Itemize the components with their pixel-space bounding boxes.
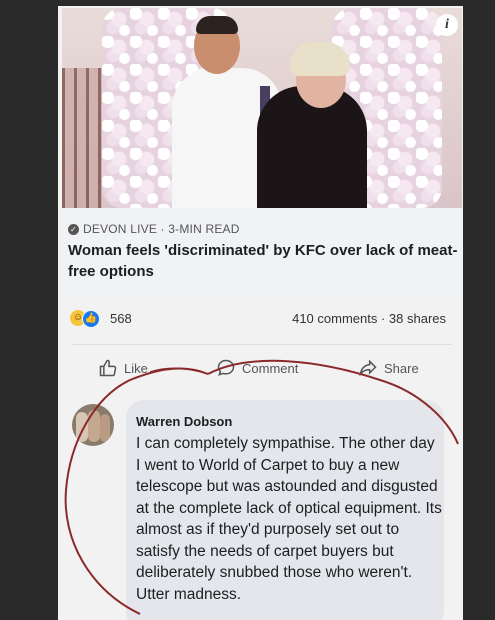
share-label: Share: [384, 360, 419, 376]
avatar[interactable]: [72, 404, 114, 446]
comment-button[interactable]: Comment: [216, 358, 298, 378]
engagement-counts[interactable]: 410 comments · 38 shares: [292, 311, 446, 326]
reaction-icons[interactable]: ☺ 👍: [70, 310, 100, 328]
comment-label: Comment: [242, 360, 299, 376]
comment-author[interactable]: Warren Dobson: [136, 414, 232, 429]
share-arrow-icon: [359, 359, 377, 377]
reaction-count[interactable]: 568: [110, 311, 132, 326]
article-source: ✓ DEVON LIVE · 3-MIN READ: [68, 222, 240, 236]
divider: [72, 344, 452, 345]
source-text: DEVON LIVE · 3-MIN READ: [83, 222, 240, 236]
like-reaction-icon: 👍: [82, 310, 100, 328]
share-button[interactable]: Share: [358, 358, 419, 378]
info-icon[interactable]: i: [436, 14, 458, 36]
article-headline[interactable]: Woman feels 'discriminated' by KFC over …: [68, 240, 458, 282]
thumbs-up-icon: [99, 359, 117, 377]
like-button[interactable]: Like: [98, 358, 148, 378]
action-bar: Like Comment Share: [62, 358, 462, 388]
comment-bubble: Warren Dobson I can completely sympathis…: [126, 400, 444, 620]
speech-bubble-icon: [217, 359, 235, 376]
reactions-bar: ☺ 👍 568 410 comments · 38 shares: [62, 304, 462, 334]
article-link-preview[interactable]: ✓ DEVON LIVE · 3-MIN READ Woman feels 'd…: [62, 208, 462, 298]
globe-icon: ✓: [68, 223, 79, 235]
background-fence: [62, 68, 102, 208]
man-hair: [196, 16, 238, 34]
article-photo[interactable]: i: [62, 8, 462, 208]
like-label: Like: [124, 360, 148, 376]
comment-text: I can completely sympathise. The other d…: [136, 435, 442, 603]
woman-hair: [290, 42, 350, 76]
facebook-post-card: i ✓ DEVON LIVE · 3-MIN READ Woman feels …: [58, 6, 463, 620]
